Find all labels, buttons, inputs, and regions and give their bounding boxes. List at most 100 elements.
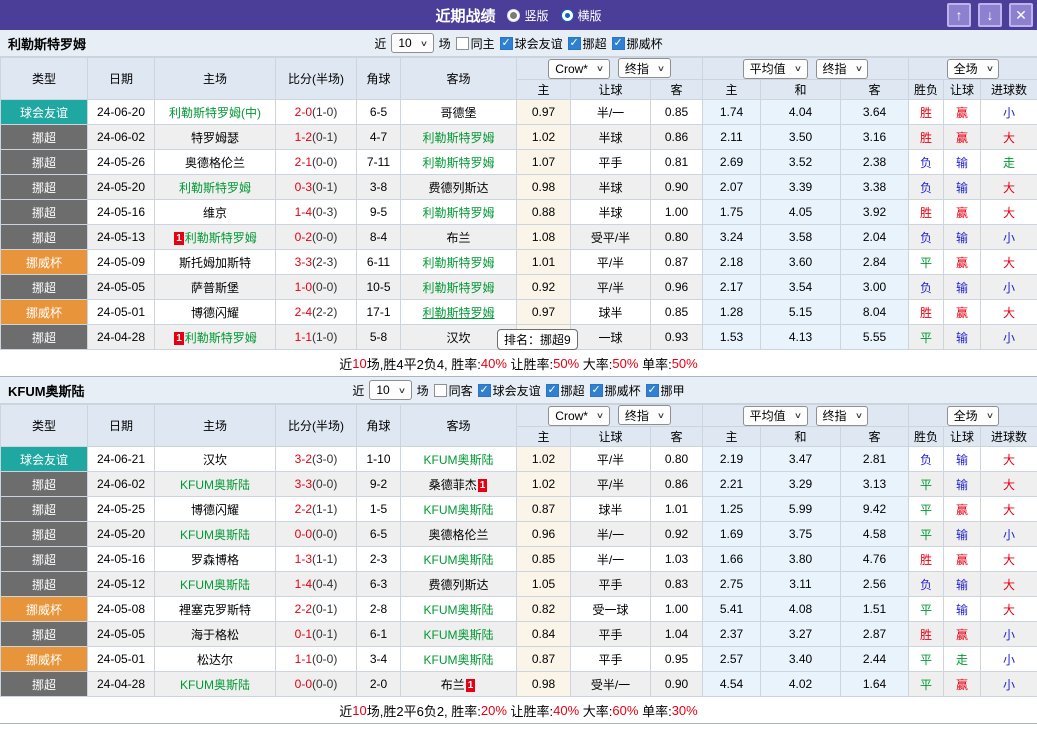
same-venue-checkbox[interactable]: 同主 [455, 35, 495, 52]
checkbox-label: 同主 [470, 36, 495, 51]
away-team-cell[interactable]: 费德列斯达 [400, 174, 517, 200]
home-team-cell[interactable]: 特罗姆瑟 [154, 124, 276, 150]
home-team-cell[interactable]: KFUM奥斯陆 [154, 471, 276, 497]
move-down-button[interactable]: ↓ [978, 3, 1002, 27]
away-team-cell[interactable]: 哥德堡 [400, 99, 517, 125]
competition-checkbox[interactable]: ✓ 球会友谊 [477, 382, 541, 399]
result-wdl-cell: 胜 [908, 546, 945, 572]
home-team-cell[interactable]: 松达尔 [154, 646, 276, 672]
match-count-dropdown[interactable]: 10 ∨ [369, 380, 412, 400]
average-dropdown[interactable]: 平均值 ∨ [742, 58, 808, 79]
home-team-cell[interactable]: 利勒斯特罗姆(中) [154, 99, 276, 125]
team-name-text: 海于格松 [190, 627, 239, 642]
home-team-cell[interactable]: 海于格松 [154, 621, 276, 647]
close-button[interactable]: ✕ [1009, 3, 1033, 27]
odds-cell: 1.03 [650, 546, 703, 572]
team-name-text: KFUM奥斯陆 [180, 577, 250, 592]
team-filter-row: KFUM奥斯陆近 10 ∨ 场同客 ✓ 球会友谊 ✓ 挪超 ✓ 挪威杯 ✓ 挪甲 [0, 377, 1037, 404]
type-cell: 挪威杯 [0, 299, 88, 325]
score-cell: 3-2(3-0) [275, 446, 357, 472]
odds-cell: 0.96 [516, 521, 571, 547]
odds-cell: 0.90 [650, 671, 703, 697]
away-team-cell[interactable]: 桑德菲杰 1 [400, 471, 517, 497]
away-team-cell[interactable]: 利勒斯特罗姆 [400, 149, 517, 175]
home-team-cell[interactable]: KFUM奥斯陆 [154, 521, 276, 547]
away-team-cell[interactable]: 布兰 1 [400, 671, 517, 697]
competition-checkbox[interactable]: ✓ 挪超 [567, 35, 607, 52]
home-team-cell[interactable]: KFUM奥斯陆 [154, 671, 276, 697]
away-team-cell[interactable]: KFUM奥斯陆 [400, 621, 517, 647]
away-team-cell[interactable]: KFUM奥斯陆 [400, 496, 517, 522]
competition-checkbox[interactable]: ✓ 挪超 [545, 382, 585, 399]
away-team-cell[interactable]: KFUM奥斯陆 [400, 596, 517, 622]
final-odds-dropdown[interactable]: 终指 ∨ [617, 405, 671, 426]
subcolumn-header: 主 [702, 79, 761, 100]
home-team-cell[interactable]: 斯托姆加斯特 [154, 249, 276, 275]
score-cell: 1-1(0-0) [275, 646, 357, 672]
team-name-text: KFUM奥斯陆 [423, 602, 494, 617]
away-team-cell[interactable]: KFUM奥斯陆 [400, 546, 517, 572]
home-team-cell[interactable]: 博德闪耀 [154, 299, 276, 325]
home-team-cell[interactable]: 1 利勒斯特罗姆 [154, 324, 276, 350]
scope-dropdown[interactable]: 全场 ∨ [946, 58, 1000, 79]
scope-dropdown[interactable]: 全场 ∨ [946, 405, 1000, 426]
away-team-cell[interactable]: 布兰 [400, 224, 517, 250]
result-wdl-cell: 平 [908, 596, 945, 622]
date-cell: 24-05-05 [87, 274, 155, 300]
away-team-cell[interactable]: KFUM奥斯陆 [400, 646, 517, 672]
radio-horizontal-layout[interactable]: 横版 [560, 7, 602, 24]
radio-selected-icon [560, 8, 574, 22]
away-team-cell[interactable]: 奥德格伦兰 [400, 521, 517, 547]
odds-cell: 1.02 [516, 471, 571, 497]
competition-checkbox[interactable]: ✓ 球会友谊 [499, 35, 563, 52]
result-handicap-cell: 赢 [943, 124, 982, 150]
result-handicap-cell: 输 [943, 174, 982, 200]
final-average-dropdown[interactable]: 终指 ∨ [815, 405, 869, 426]
home-team-cell[interactable]: 博德闪耀 [154, 496, 276, 522]
home-team-cell[interactable]: 奥德格伦兰 [154, 149, 276, 175]
odds-company-dropdown[interactable]: Crow* ∨ [548, 405, 610, 426]
team-name-text: 利勒斯特罗姆(中) [169, 105, 261, 120]
halftime-score: (0-1) [312, 627, 338, 641]
radio-vertical-layout[interactable]: 竖版 [507, 7, 549, 24]
home-team-cell[interactable]: KFUM奥斯陆 [154, 571, 276, 597]
halftime-score: (0-1) [312, 130, 338, 144]
home-team-cell[interactable]: 维京 [154, 199, 276, 225]
away-team-cell[interactable]: 利勒斯特罗姆 [400, 199, 517, 225]
summary-text: 40% [480, 355, 507, 371]
home-team-cell[interactable]: 1 利勒斯特罗姆 [154, 224, 276, 250]
summary-text: 近 [339, 703, 353, 719]
move-up-button[interactable]: ↑ [947, 3, 971, 27]
result-handicap-cell: 输 [943, 324, 982, 350]
same-venue-checkbox[interactable]: 同客 [433, 382, 473, 399]
home-team-cell[interactable]: 利勒斯特罗姆 [154, 174, 276, 200]
home-team-cell[interactable]: 裡塞克罗斯特 [154, 596, 276, 622]
team-name-text: KFUM奥斯陆 [423, 552, 494, 567]
away-team-cell[interactable]: 利勒斯特罗姆 [400, 249, 517, 275]
checkbox-label: 球会友谊 [492, 383, 541, 398]
result-goals-cell: 大 [980, 124, 1037, 150]
home-team-cell[interactable]: 罗森博格 [154, 546, 276, 572]
home-team-cell[interactable]: 萨普斯堡 [154, 274, 276, 300]
competition-checkbox[interactable]: ✓ 挪威杯 [589, 382, 641, 399]
away-team-cell[interactable]: 利勒斯特罗姆 [400, 124, 517, 150]
away-team-cell[interactable]: KFUM奥斯陆 [400, 446, 517, 472]
away-team-cell[interactable]: 利勒斯特罗姆 [400, 299, 517, 325]
odds-company-dropdown[interactable]: Crow* ∨ [548, 58, 610, 79]
away-team-cell[interactable]: 利勒斯特罗姆 [400, 274, 517, 300]
home-team-cell[interactable]: 汉坎 [154, 446, 276, 472]
subcolumn-header: 客 [650, 79, 703, 100]
final-odds-dropdown[interactable]: 终指 ∨ [617, 58, 671, 79]
away-team-cell[interactable]: 费德列斯达 [400, 571, 517, 597]
team-name-text: 利勒斯特罗姆 [422, 280, 495, 295]
competition-checkbox[interactable]: ✓ 挪甲 [645, 382, 685, 399]
match-count-dropdown[interactable]: 10 ∨ [391, 33, 434, 53]
red-card-badge: 1 [174, 231, 184, 245]
final-average-dropdown[interactable]: 终指 ∨ [815, 58, 869, 79]
competition-checkbox[interactable]: ✓ 挪威杯 [611, 35, 663, 52]
odds-cell: 平/半 [570, 471, 651, 497]
odds-cell: 0.86 [650, 124, 703, 150]
match-row: 挪超 24-05-13 1 利勒斯特罗姆 0-2(0-0) 8-4 布兰 1.08 受平/半 0.… [0, 224, 1037, 250]
average-dropdown[interactable]: 平均值 ∨ [742, 405, 808, 426]
result-goals-cell: 大 [980, 174, 1037, 200]
